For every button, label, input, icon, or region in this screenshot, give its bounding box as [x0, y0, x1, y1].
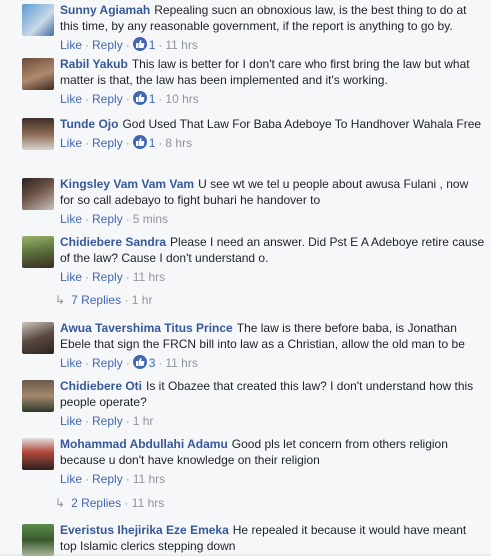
replies-time: 11 hrs: [131, 496, 165, 510]
comment-actions: Like · Reply · 1 · 11 hrs: [60, 37, 198, 52]
like-button[interactable]: Like: [60, 270, 82, 284]
reply-button[interactable]: Reply: [92, 270, 123, 284]
avatar[interactable]: [22, 438, 54, 470]
comment-author[interactable]: Rabil Yakub: [60, 57, 128, 71]
view-replies-link[interactable]: ↳ 7 Replies · 1 hr: [55, 292, 152, 308]
comment-actions: Like · Reply · 3 · 11 hrs: [60, 355, 198, 370]
comment-time[interactable]: 11 hrs: [165, 356, 197, 370]
like-button[interactable]: Like: [60, 38, 82, 52]
comment-author[interactable]: Mohammad Abdullahi Adamu: [60, 437, 228, 451]
thumbs-up-icon: [132, 135, 147, 149]
reply-arrow-icon: ↳: [55, 496, 66, 510]
like-button[interactable]: Like: [60, 414, 82, 428]
replies-count[interactable]: 7 Replies: [71, 293, 121, 307]
comment-actions: Like · Reply · 5 mins: [60, 212, 169, 226]
like-count[interactable]: 1: [132, 37, 155, 52]
comment-text-block: Sunny Agiamah Repealing sucn an obnoxious…: [60, 2, 485, 34]
comment-text-block: Tunde Ojo God Used That Law For Baba Adeb…: [60, 116, 485, 132]
comment-author[interactable]: Kingsley Vam Vam Vam: [60, 177, 194, 191]
replies-time: 1 hr: [131, 293, 153, 307]
view-replies-link[interactable]: ↳ 2 Replies · 11 hrs: [55, 495, 164, 511]
reply-button[interactable]: Reply: [92, 212, 123, 226]
comment-text-block: Chidiebere Oti Is it Obazee that created …: [60, 378, 485, 410]
comment-time[interactable]: 8 hrs: [165, 136, 192, 150]
comment-author[interactable]: Chidiebere Oti: [60, 379, 142, 393]
comment-text-block: Rabil Yakub This law is better for I don'…: [60, 56, 485, 88]
comment-actions: Like · Reply · 11 hrs: [60, 270, 166, 284]
like-count[interactable]: 3: [132, 355, 155, 370]
comment-time[interactable]: 11 hrs: [133, 270, 165, 284]
comment-actions: Like · Reply · 11 hrs: [60, 472, 166, 486]
reply-arrow-icon: ↳: [55, 293, 66, 307]
comment-author[interactable]: Tunde Ojo: [60, 117, 118, 131]
comment-time[interactable]: 1 hr: [133, 414, 154, 428]
reply-button[interactable]: Reply: [92, 136, 123, 150]
avatar[interactable]: [22, 58, 54, 90]
like-button[interactable]: Like: [60, 136, 82, 150]
comment-feed: Sunny Agiamah Repealing sucn an obnoxious…: [0, 0, 491, 556]
comment-time[interactable]: 11 hrs: [165, 38, 197, 52]
reply-button[interactable]: Reply: [92, 414, 123, 428]
reply-button[interactable]: Reply: [92, 356, 123, 370]
comment-time[interactable]: 5 mins: [133, 212, 168, 226]
thumbs-up-icon: [132, 91, 147, 105]
reply-button[interactable]: Reply: [92, 38, 123, 52]
comment-time[interactable]: 10 hrs: [165, 92, 198, 106]
thumbs-up-icon: [132, 355, 147, 369]
like-button[interactable]: Like: [60, 92, 82, 106]
comment-text-block: Awua Tavershima Titus Prince The law is t…: [60, 320, 485, 352]
reply-button[interactable]: Reply: [92, 92, 123, 106]
comment-text-block: Kingsley Vam Vam Vam U see wt we tel u pe…: [60, 176, 485, 208]
avatar[interactable]: [22, 322, 54, 354]
avatar[interactable]: [22, 118, 54, 150]
comment-author[interactable]: Everistus Ihejirika Eze Emeka: [60, 523, 229, 537]
like-button[interactable]: Like: [60, 472, 82, 486]
comment-actions: Like · Reply · 1 hr: [60, 414, 154, 428]
avatar[interactable]: [22, 178, 54, 210]
comment-text-block: Chidiebere Sandra Please I need an answer…: [60, 234, 485, 266]
comment-actions: Like · Reply · 1 · 8 hrs: [60, 135, 193, 150]
comment-text-block: Everistus Ihejirika Eze Emeka He repealed…: [60, 522, 485, 554]
like-button[interactable]: Like: [60, 356, 82, 370]
comment-author[interactable]: Sunny Agiamah: [60, 3, 150, 17]
avatar[interactable]: [22, 380, 54, 412]
avatar[interactable]: [22, 524, 54, 556]
like-button[interactable]: Like: [60, 212, 82, 226]
replies-count[interactable]: 2 Replies: [71, 496, 121, 510]
comment-author[interactable]: Awua Tavershima Titus Prince: [60, 321, 233, 335]
thumbs-up-icon: [132, 37, 147, 51]
avatar[interactable]: [22, 236, 54, 268]
comment-text: God Used That Law For Baba Adeboye To Ha…: [122, 117, 482, 131]
like-count[interactable]: 1: [132, 135, 155, 150]
comment-author[interactable]: Chidiebere Sandra: [60, 235, 166, 249]
avatar[interactable]: [22, 4, 54, 36]
comment-time[interactable]: 11 hrs: [133, 472, 165, 486]
like-count[interactable]: 1: [132, 91, 155, 106]
comment-actions: Like · Reply · 1 · 10 hrs: [60, 91, 199, 106]
reply-button[interactable]: Reply: [92, 472, 123, 486]
comment-text-block: Mohammad Abdullahi Adamu Good pls let con…: [60, 436, 485, 468]
